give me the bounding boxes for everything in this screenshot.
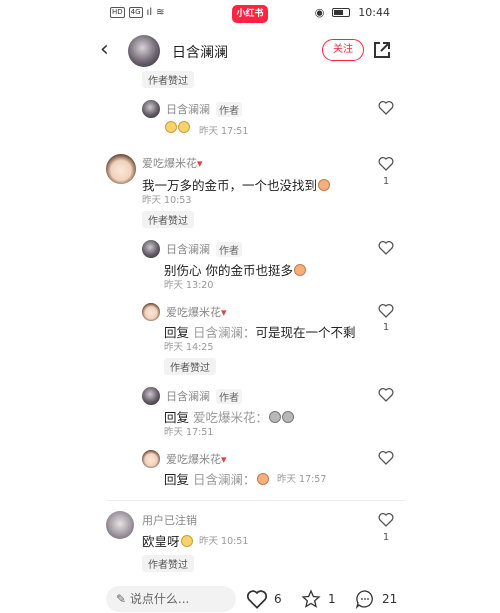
comment-author[interactable]: 日含澜澜 <box>166 241 210 257</box>
like-count: 1 <box>382 532 390 543</box>
emoji-icon <box>293 264 306 276</box>
popcorn-icon: ▾ <box>197 157 203 170</box>
wifi-icon: ≋ <box>156 7 165 18</box>
clock: 10:44 <box>358 6 390 19</box>
avatar[interactable] <box>128 35 160 67</box>
heart-icon[interactable] <box>378 387 394 402</box>
emoji-icon <box>178 121 190 133</box>
comment-author[interactable]: 日含澜澜 <box>166 388 210 404</box>
collect-button[interactable]: 1 <box>300 589 336 609</box>
pencil-icon: ✎ <box>116 592 127 606</box>
divider <box>106 500 406 501</box>
comment-time: 昨天 17:51 <box>164 427 214 438</box>
author-liked-badge: 作者赞过 <box>164 358 216 375</box>
comment-author[interactable]: 用户已注销 <box>142 512 197 528</box>
emoji-icon <box>180 535 193 547</box>
avatar[interactable] <box>142 387 160 405</box>
back-icon[interactable]: ‹ <box>100 37 109 63</box>
avatar[interactable] <box>142 450 160 468</box>
comment-input-placeholder: 说点什么... <box>129 592 190 606</box>
comment-icon <box>355 590 373 609</box>
comment-emoji <box>164 120 190 135</box>
heart-icon[interactable] <box>378 512 394 527</box>
author-tag: 作者 <box>216 242 242 257</box>
emoji-icon <box>256 473 269 485</box>
follow-button[interactable]: 关注 <box>322 39 364 61</box>
battery-icon <box>332 8 351 17</box>
author-tag: 作者 <box>216 102 242 117</box>
emoji-icon <box>165 121 177 133</box>
heart-icon[interactable] <box>378 156 394 171</box>
signal-icon: ıl <box>146 7 153 18</box>
emoji-icon <box>282 411 295 423</box>
heart-icon[interactable] <box>378 450 394 465</box>
comment-time: 昨天 10:51 <box>199 536 249 547</box>
like-count: 1 <box>382 176 390 187</box>
heart-icon <box>246 590 268 609</box>
network-indicator: 4G <box>128 7 143 18</box>
eye-icon: ◉ <box>314 6 325 19</box>
like-button[interactable]: 6 <box>246 589 282 609</box>
comment-author[interactable]: 日含澜澜 <box>166 101 210 117</box>
comments-button[interactable]: 21 <box>354 589 397 609</box>
author-liked-badge: 作者赞过 <box>142 555 194 572</box>
star-icon <box>301 589 321 608</box>
comment-author[interactable]: 爱吃爆米花▾ <box>142 155 203 171</box>
heart-icon[interactable] <box>378 303 394 318</box>
emoji-icon <box>269 411 282 423</box>
hd-indicator: HD <box>110 7 125 18</box>
heart-icon[interactable] <box>378 240 394 255</box>
share-icon[interactable] <box>372 40 392 60</box>
comment-time: 昨天 17:51 <box>199 126 249 137</box>
like-count: 1 <box>382 322 390 333</box>
avatar[interactable] <box>142 303 160 321</box>
heart-icon[interactable] <box>378 100 394 115</box>
avatar[interactable] <box>142 100 160 118</box>
comment-count: 21 <box>382 592 398 606</box>
header-user-name[interactable]: 日含澜澜 <box>172 42 228 62</box>
avatar[interactable] <box>106 154 136 184</box>
author-tag: 作者 <box>216 389 242 404</box>
comment-time: 昨天 10:53 <box>142 195 192 206</box>
comment-time: 昨天 14:25 <box>164 342 214 353</box>
bottom-bar: ✎ 说点什么... 6 1 21 <box>0 580 500 613</box>
comment-author[interactable]: 爱吃爆米花▾ <box>166 451 227 467</box>
popcorn-icon: ▾ <box>221 306 227 319</box>
status-left: HD 4G ıl ≋ <box>110 7 165 18</box>
comment-text: 回复 日含澜澜： <box>164 469 269 488</box>
comment-author[interactable]: 爱吃爆米花▾ <box>166 304 227 320</box>
avatar[interactable] <box>142 240 160 258</box>
comment-time: 昨天 17:57 <box>277 474 327 485</box>
popcorn-icon: ▾ <box>221 453 227 466</box>
avatar[interactable] <box>106 511 134 539</box>
header: ‹ 日含澜澜 关注 <box>0 28 500 74</box>
collect-count: 1 <box>328 592 336 606</box>
comment-input[interactable]: ✎ 说点什么... <box>106 586 236 612</box>
emoji-icon <box>318 179 331 191</box>
comment-time: 昨天 13:20 <box>164 280 214 291</box>
status-bar: HD 4G ıl ≋ 小红书 ◉ 10:44 <box>0 0 500 28</box>
comment-text: 欧皇呀 <box>142 531 193 550</box>
status-right: ◉ 10:44 <box>315 6 390 19</box>
author-liked-badge: 作者赞过 <box>142 71 194 88</box>
author-liked-badge: 作者赞过 <box>142 211 194 228</box>
like-count: 6 <box>274 592 282 606</box>
app-badge: 小红书 <box>232 5 268 23</box>
